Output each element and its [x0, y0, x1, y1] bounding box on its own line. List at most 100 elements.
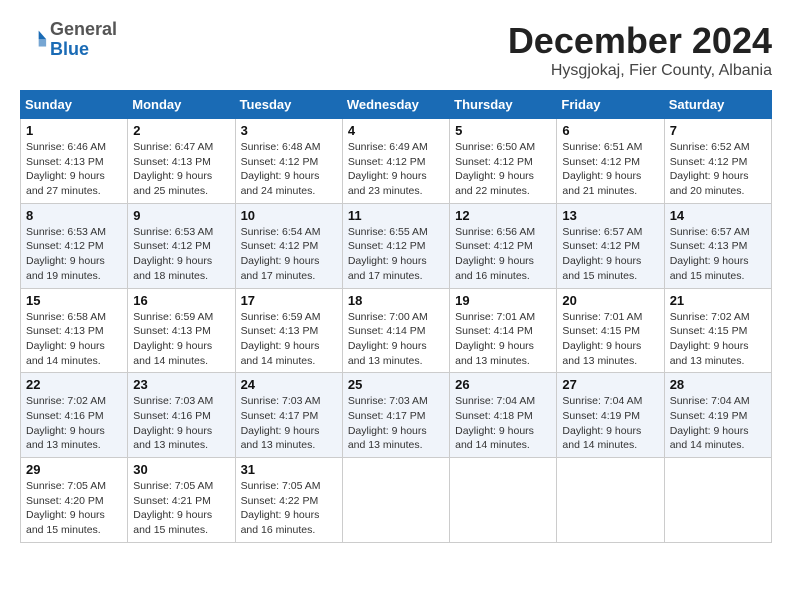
- calendar-week-row: 22 Sunrise: 7:02 AM Sunset: 4:16 PM Dayl…: [21, 373, 772, 458]
- calendar-cell: 8 Sunrise: 6:53 AM Sunset: 4:12 PM Dayli…: [21, 203, 128, 288]
- day-number: 8: [26, 208, 122, 223]
- day-number: 30: [133, 462, 229, 477]
- calendar-cell: 12 Sunrise: 6:56 AM Sunset: 4:12 PM Dayl…: [450, 203, 557, 288]
- weekday-header: Monday: [128, 91, 235, 119]
- day-info: Sunrise: 6:51 AM Sunset: 4:12 PM Dayligh…: [562, 140, 658, 199]
- day-number: 31: [241, 462, 337, 477]
- day-info: Sunrise: 7:03 AM Sunset: 4:16 PM Dayligh…: [133, 394, 229, 453]
- calendar-cell: 10 Sunrise: 6:54 AM Sunset: 4:12 PM Dayl…: [235, 203, 342, 288]
- page-header: General Blue December 2024 Hysgjokaj, Fi…: [20, 20, 772, 80]
- calendar-cell: 28 Sunrise: 7:04 AM Sunset: 4:19 PM Dayl…: [664, 373, 771, 458]
- calendar-cell: [450, 458, 557, 543]
- title-block: December 2024 Hysgjokaj, Fier County, Al…: [508, 20, 772, 80]
- weekday-header: Sunday: [21, 91, 128, 119]
- calendar-cell: 6 Sunrise: 6:51 AM Sunset: 4:12 PM Dayli…: [557, 119, 664, 204]
- day-number: 12: [455, 208, 551, 223]
- day-number: 19: [455, 293, 551, 308]
- weekday-header: Friday: [557, 91, 664, 119]
- day-info: Sunrise: 7:02 AM Sunset: 4:16 PM Dayligh…: [26, 394, 122, 453]
- calendar-cell: 19 Sunrise: 7:01 AM Sunset: 4:14 PM Dayl…: [450, 288, 557, 373]
- day-number: 5: [455, 123, 551, 138]
- day-number: 28: [670, 377, 766, 392]
- day-number: 26: [455, 377, 551, 392]
- day-number: 3: [241, 123, 337, 138]
- day-info: Sunrise: 6:53 AM Sunset: 4:12 PM Dayligh…: [26, 225, 122, 284]
- day-number: 18: [348, 293, 444, 308]
- calendar-header-row: SundayMondayTuesdayWednesdayThursdayFrid…: [21, 91, 772, 119]
- calendar-cell: 15 Sunrise: 6:58 AM Sunset: 4:13 PM Dayl…: [21, 288, 128, 373]
- day-info: Sunrise: 6:46 AM Sunset: 4:13 PM Dayligh…: [26, 140, 122, 199]
- day-info: Sunrise: 6:56 AM Sunset: 4:12 PM Dayligh…: [455, 225, 551, 284]
- month-title: December 2024: [508, 20, 772, 62]
- day-info: Sunrise: 7:00 AM Sunset: 4:14 PM Dayligh…: [348, 310, 444, 369]
- day-info: Sunrise: 6:48 AM Sunset: 4:12 PM Dayligh…: [241, 140, 337, 199]
- day-info: Sunrise: 7:02 AM Sunset: 4:15 PM Dayligh…: [670, 310, 766, 369]
- day-number: 4: [348, 123, 444, 138]
- day-number: 11: [348, 208, 444, 223]
- calendar-cell: 22 Sunrise: 7:02 AM Sunset: 4:16 PM Dayl…: [21, 373, 128, 458]
- calendar-week-row: 1 Sunrise: 6:46 AM Sunset: 4:13 PM Dayli…: [21, 119, 772, 204]
- calendar-cell: 2 Sunrise: 6:47 AM Sunset: 4:13 PM Dayli…: [128, 119, 235, 204]
- calendar-cell: 14 Sunrise: 6:57 AM Sunset: 4:13 PM Dayl…: [664, 203, 771, 288]
- day-number: 14: [670, 208, 766, 223]
- calendar-cell: [342, 458, 449, 543]
- calendar-cell: [557, 458, 664, 543]
- day-number: 17: [241, 293, 337, 308]
- logo-general-text: General: [50, 20, 117, 40]
- calendar-week-row: 15 Sunrise: 6:58 AM Sunset: 4:13 PM Dayl…: [21, 288, 772, 373]
- day-info: Sunrise: 7:05 AM Sunset: 4:21 PM Dayligh…: [133, 479, 229, 538]
- calendar-cell: 3 Sunrise: 6:48 AM Sunset: 4:12 PM Dayli…: [235, 119, 342, 204]
- calendar-cell: 31 Sunrise: 7:05 AM Sunset: 4:22 PM Dayl…: [235, 458, 342, 543]
- calendar-cell: 16 Sunrise: 6:59 AM Sunset: 4:13 PM Dayl…: [128, 288, 235, 373]
- day-number: 13: [562, 208, 658, 223]
- day-number: 7: [670, 123, 766, 138]
- calendar-cell: 21 Sunrise: 7:02 AM Sunset: 4:15 PM Dayl…: [664, 288, 771, 373]
- day-info: Sunrise: 7:01 AM Sunset: 4:14 PM Dayligh…: [455, 310, 551, 369]
- day-info: Sunrise: 7:05 AM Sunset: 4:22 PM Dayligh…: [241, 479, 337, 538]
- logo-icon: [20, 26, 48, 54]
- day-number: 25: [348, 377, 444, 392]
- calendar-cell: 26 Sunrise: 7:04 AM Sunset: 4:18 PM Dayl…: [450, 373, 557, 458]
- day-info: Sunrise: 6:57 AM Sunset: 4:12 PM Dayligh…: [562, 225, 658, 284]
- day-number: 2: [133, 123, 229, 138]
- day-info: Sunrise: 7:01 AM Sunset: 4:15 PM Dayligh…: [562, 310, 658, 369]
- day-number: 9: [133, 208, 229, 223]
- day-info: Sunrise: 6:59 AM Sunset: 4:13 PM Dayligh…: [133, 310, 229, 369]
- weekday-header: Saturday: [664, 91, 771, 119]
- weekday-header: Wednesday: [342, 91, 449, 119]
- logo-blue-text: Blue: [50, 40, 117, 60]
- logo: General Blue: [20, 20, 117, 60]
- day-number: 27: [562, 377, 658, 392]
- calendar-cell: 29 Sunrise: 7:05 AM Sunset: 4:20 PM Dayl…: [21, 458, 128, 543]
- day-info: Sunrise: 6:57 AM Sunset: 4:13 PM Dayligh…: [670, 225, 766, 284]
- day-info: Sunrise: 6:50 AM Sunset: 4:12 PM Dayligh…: [455, 140, 551, 199]
- calendar-week-row: 8 Sunrise: 6:53 AM Sunset: 4:12 PM Dayli…: [21, 203, 772, 288]
- day-number: 1: [26, 123, 122, 138]
- day-number: 15: [26, 293, 122, 308]
- day-info: Sunrise: 7:03 AM Sunset: 4:17 PM Dayligh…: [241, 394, 337, 453]
- calendar-cell: 7 Sunrise: 6:52 AM Sunset: 4:12 PM Dayli…: [664, 119, 771, 204]
- day-info: Sunrise: 6:54 AM Sunset: 4:12 PM Dayligh…: [241, 225, 337, 284]
- day-info: Sunrise: 7:04 AM Sunset: 4:19 PM Dayligh…: [670, 394, 766, 453]
- day-number: 21: [670, 293, 766, 308]
- location-title: Hysgjokaj, Fier County, Albania: [508, 62, 772, 80]
- day-info: Sunrise: 6:53 AM Sunset: 4:12 PM Dayligh…: [133, 225, 229, 284]
- day-number: 20: [562, 293, 658, 308]
- day-number: 22: [26, 377, 122, 392]
- day-info: Sunrise: 7:05 AM Sunset: 4:20 PM Dayligh…: [26, 479, 122, 538]
- calendar-table: SundayMondayTuesdayWednesdayThursdayFrid…: [20, 90, 772, 543]
- calendar-cell: 1 Sunrise: 6:46 AM Sunset: 4:13 PM Dayli…: [21, 119, 128, 204]
- day-info: Sunrise: 7:03 AM Sunset: 4:17 PM Dayligh…: [348, 394, 444, 453]
- day-info: Sunrise: 6:52 AM Sunset: 4:12 PM Dayligh…: [670, 140, 766, 199]
- day-number: 23: [133, 377, 229, 392]
- calendar-cell: 4 Sunrise: 6:49 AM Sunset: 4:12 PM Dayli…: [342, 119, 449, 204]
- calendar-cell: 20 Sunrise: 7:01 AM Sunset: 4:15 PM Dayl…: [557, 288, 664, 373]
- day-info: Sunrise: 6:55 AM Sunset: 4:12 PM Dayligh…: [348, 225, 444, 284]
- day-number: 24: [241, 377, 337, 392]
- calendar-cell: [664, 458, 771, 543]
- day-info: Sunrise: 7:04 AM Sunset: 4:19 PM Dayligh…: [562, 394, 658, 453]
- calendar-cell: 17 Sunrise: 6:59 AM Sunset: 4:13 PM Dayl…: [235, 288, 342, 373]
- day-info: Sunrise: 6:58 AM Sunset: 4:13 PM Dayligh…: [26, 310, 122, 369]
- weekday-header: Thursday: [450, 91, 557, 119]
- calendar-cell: 23 Sunrise: 7:03 AM Sunset: 4:16 PM Dayl…: [128, 373, 235, 458]
